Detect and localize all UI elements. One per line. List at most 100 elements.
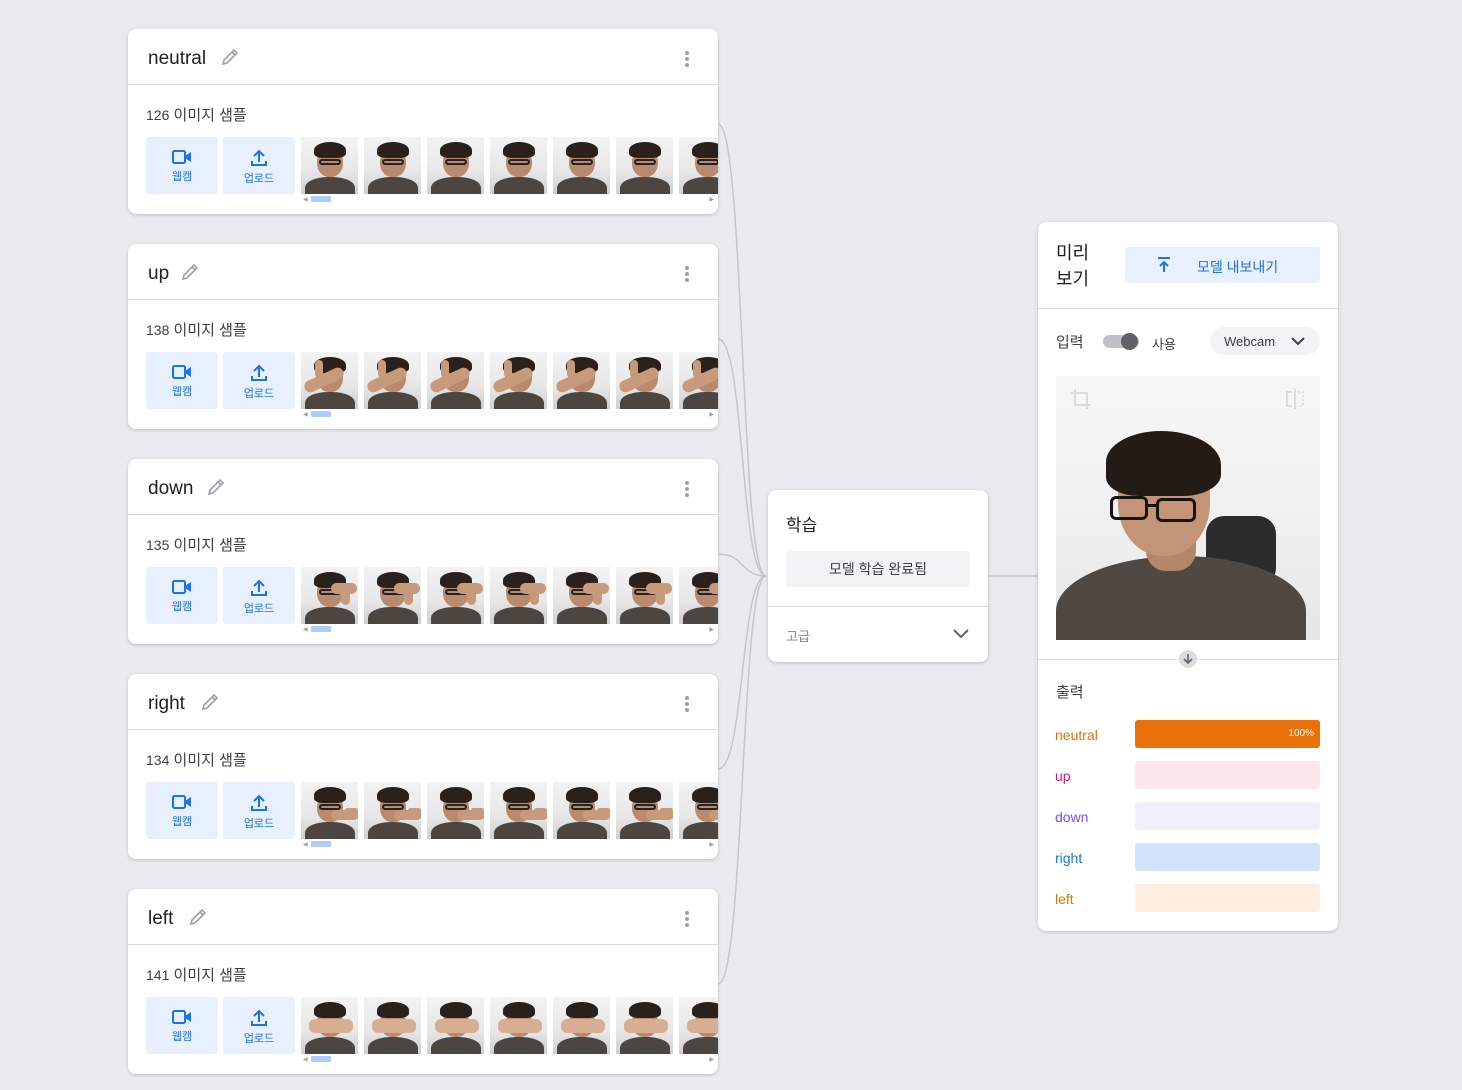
sample-thumbnail[interactable] bbox=[553, 567, 610, 624]
kebab-menu-icon[interactable] bbox=[678, 264, 696, 284]
upload-button[interactable]: 업로드 bbox=[223, 997, 295, 1054]
webcam-button[interactable]: 웹캠 bbox=[146, 567, 218, 624]
sample-thumbnail[interactable] bbox=[490, 567, 547, 624]
connector-line bbox=[717, 575, 767, 770]
sample-thumbnail[interactable] bbox=[427, 782, 484, 839]
sample-thumbnail[interactable] bbox=[364, 567, 421, 624]
scroll-left-arrow[interactable]: ◀ bbox=[303, 411, 308, 418]
sample-thumbnail[interactable] bbox=[679, 137, 718, 194]
sample-thumbnail[interactable] bbox=[427, 997, 484, 1054]
sample-thumbnail[interactable] bbox=[490, 352, 547, 409]
scroll-right-arrow[interactable]: ▶ bbox=[709, 841, 714, 848]
scrollbar-thumb[interactable] bbox=[311, 411, 331, 417]
sample-thumbnail[interactable] bbox=[301, 352, 358, 409]
connector-line bbox=[717, 553, 767, 577]
pencil-icon[interactable] bbox=[220, 47, 240, 67]
kebab-menu-icon[interactable] bbox=[678, 49, 696, 69]
sample-strip[interactable] bbox=[301, 352, 718, 409]
crop-icon[interactable] bbox=[1070, 388, 1092, 410]
scroll-right-arrow[interactable]: ▶ bbox=[709, 411, 714, 418]
sample-thumbnail[interactable] bbox=[553, 352, 610, 409]
class-name[interactable]: neutral bbox=[148, 48, 206, 70]
scroll-right-arrow[interactable]: ▶ bbox=[709, 196, 714, 203]
sample-strip[interactable] bbox=[301, 997, 718, 1054]
sample-thumbnail[interactable] bbox=[364, 352, 421, 409]
sample-thumbnail[interactable] bbox=[301, 997, 358, 1054]
webcam-button[interactable]: 웹캠 bbox=[146, 137, 218, 194]
pencil-icon[interactable] bbox=[180, 262, 200, 282]
scrollbar-thumb[interactable] bbox=[311, 1056, 331, 1062]
scroll-right-arrow[interactable]: ▶ bbox=[709, 1056, 714, 1063]
sample-thumbnail[interactable] bbox=[301, 567, 358, 624]
class-name[interactable]: left bbox=[148, 908, 173, 930]
scrollbar-thumb[interactable] bbox=[311, 841, 331, 847]
upload-button[interactable]: 업로드 bbox=[223, 567, 295, 624]
scrollbar-thumb[interactable] bbox=[311, 196, 331, 202]
export-model-button[interactable]: 모델 내보내기 bbox=[1125, 247, 1320, 283]
upload-icon bbox=[251, 1009, 267, 1026]
train-model-button[interactable]: 모델 학습 완료됨 bbox=[786, 551, 970, 587]
webcam-button[interactable]: 웹캠 bbox=[146, 997, 218, 1054]
sample-thumbnail[interactable] bbox=[616, 137, 673, 194]
sample-thumbnail[interactable] bbox=[490, 997, 547, 1054]
sample-strip[interactable] bbox=[301, 137, 718, 194]
kebab-menu-icon[interactable] bbox=[678, 479, 696, 499]
sample-thumbnail[interactable] bbox=[301, 137, 358, 194]
upload-button[interactable]: 업로드 bbox=[223, 782, 295, 839]
sample-thumbnail[interactable] bbox=[364, 997, 421, 1054]
webcam-label: 웹캠 bbox=[171, 386, 193, 398]
class-name[interactable]: right bbox=[148, 693, 185, 715]
upload-button[interactable]: 업로드 bbox=[223, 352, 295, 409]
sample-count: 126 이미지 샘플 bbox=[146, 104, 247, 125]
scrollbar-thumb[interactable] bbox=[311, 626, 331, 632]
training-title: 학습 bbox=[786, 516, 818, 535]
sample-thumbnail[interactable] bbox=[364, 137, 421, 194]
pencil-icon[interactable] bbox=[188, 907, 208, 927]
scroll-right-arrow[interactable]: ▶ bbox=[709, 626, 714, 633]
class-card-left: left 141 이미지 샘플 웹캠 업로드 ◀ ▶ bbox=[128, 889, 718, 1074]
kebab-menu-icon[interactable] bbox=[678, 909, 696, 929]
sample-thumbnail[interactable] bbox=[616, 352, 673, 409]
sample-thumbnail[interactable] bbox=[490, 137, 547, 194]
flip-icon[interactable] bbox=[1284, 388, 1306, 410]
sample-thumbnail[interactable] bbox=[616, 782, 673, 839]
sample-thumbnail[interactable] bbox=[679, 567, 718, 624]
sample-thumbnail[interactable] bbox=[679, 352, 718, 409]
sample-thumbnail[interactable] bbox=[553, 997, 610, 1054]
video-camera-icon bbox=[172, 365, 191, 379]
sample-thumbnail[interactable] bbox=[490, 782, 547, 839]
input-toggle[interactable] bbox=[1103, 333, 1139, 350]
chevron-down-icon[interactable] bbox=[952, 628, 970, 640]
scroll-left-arrow[interactable]: ◀ bbox=[303, 841, 308, 848]
sample-thumbnail[interactable] bbox=[553, 137, 610, 194]
pencil-icon[interactable] bbox=[206, 477, 226, 497]
sample-thumbnail[interactable] bbox=[679, 997, 718, 1054]
kebab-menu-icon[interactable] bbox=[678, 694, 696, 714]
sample-thumbnail[interactable] bbox=[364, 782, 421, 839]
scroll-left-arrow[interactable]: ◀ bbox=[303, 1056, 308, 1063]
sample-thumbnail[interactable] bbox=[679, 782, 718, 839]
sample-thumbnail[interactable] bbox=[427, 137, 484, 194]
upload-button[interactable]: 업로드 bbox=[223, 137, 295, 194]
class-name[interactable]: up bbox=[148, 263, 169, 285]
sample-thumbnail[interactable] bbox=[301, 782, 358, 839]
class-name[interactable]: down bbox=[148, 478, 193, 500]
webcam-button[interactable]: 웹캠 bbox=[146, 352, 218, 409]
sample-thumbnail[interactable] bbox=[616, 567, 673, 624]
output-label: 출력 bbox=[1056, 684, 1084, 701]
advanced-label[interactable]: 고급 bbox=[786, 626, 810, 645]
sample-thumbnail[interactable] bbox=[553, 782, 610, 839]
sample-thumbnail[interactable] bbox=[616, 997, 673, 1054]
webcam-button[interactable]: 웹캠 bbox=[146, 782, 218, 839]
output-class-name: neutral bbox=[1055, 727, 1098, 743]
upload-label: 업로드 bbox=[243, 1033, 275, 1045]
sample-strip[interactable] bbox=[301, 567, 718, 624]
connector-line bbox=[717, 338, 767, 577]
pencil-icon[interactable] bbox=[200, 692, 220, 712]
sample-thumbnail[interactable] bbox=[427, 567, 484, 624]
sample-strip[interactable] bbox=[301, 782, 718, 839]
sample-thumbnail[interactable] bbox=[427, 352, 484, 409]
input-source-select[interactable]: Webcam bbox=[1210, 327, 1320, 355]
scroll-left-arrow[interactable]: ◀ bbox=[303, 626, 308, 633]
scroll-left-arrow[interactable]: ◀ bbox=[303, 196, 308, 203]
